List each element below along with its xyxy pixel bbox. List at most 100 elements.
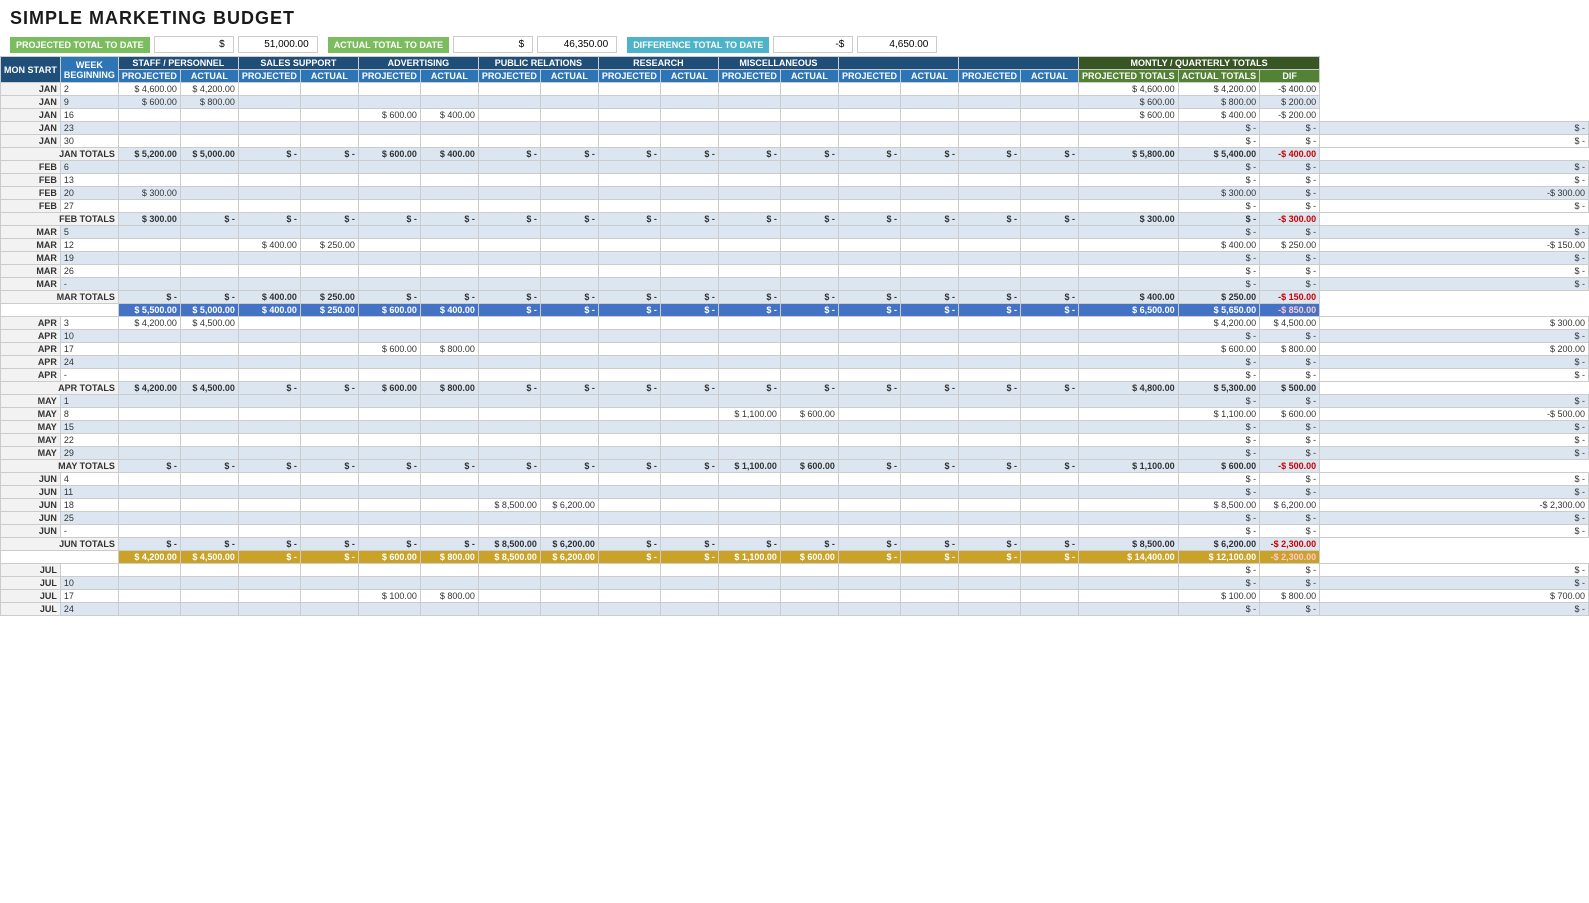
cell-18-8 xyxy=(478,317,540,330)
cell-2-2 xyxy=(118,109,180,122)
cell-13-3 xyxy=(180,252,238,265)
col-act-totals: ACTUAL TOTALS xyxy=(1178,70,1260,83)
cell-31-9 xyxy=(540,486,598,499)
cell-40-17 xyxy=(1020,603,1078,616)
cell-40-19: $ - xyxy=(1178,603,1260,616)
table-row: JUN18$ 8,500.00$ 6,200.00$ 8,500.00$ 6,2… xyxy=(1,499,1589,512)
cell-1-20: $ 200.00 xyxy=(1260,96,1320,109)
cell-35-0: JUN TOTALS xyxy=(1,538,119,551)
cell-2-6: $ 600.00 xyxy=(358,109,420,122)
cell-3-5 xyxy=(300,122,358,135)
cell-3-15 xyxy=(900,122,958,135)
cell-21-5 xyxy=(300,356,358,369)
table-row: MAY29$ -$ -$ - xyxy=(1,447,1589,460)
cell-16-11: $ - xyxy=(660,291,718,304)
cell-15-9 xyxy=(540,278,598,291)
cell-22-3 xyxy=(180,369,238,382)
cell-17-9: $ - xyxy=(540,304,598,317)
cell-20-14 xyxy=(838,343,900,356)
cell-2-16 xyxy=(958,109,1020,122)
cell-17-14: $ - xyxy=(838,304,900,317)
cell-4-10 xyxy=(598,135,660,148)
cell-8-2: $ 300.00 xyxy=(118,187,180,200)
cell-7-21: $ - xyxy=(1320,174,1589,187)
cell-25-13: $ 600.00 xyxy=(780,408,838,421)
cell-29-13: $ 600.00 xyxy=(780,460,838,473)
col-sales-proj: PROJECTED xyxy=(238,70,300,83)
cell-12-7 xyxy=(420,239,478,252)
cell-1-8 xyxy=(478,96,540,109)
cell-4-9 xyxy=(540,135,598,148)
cell-29-6: $ - xyxy=(358,460,420,473)
cell-11-21: $ - xyxy=(1320,226,1589,239)
cell-8-7 xyxy=(420,187,478,200)
cell-8-16 xyxy=(958,187,1020,200)
cell-27-17 xyxy=(1020,434,1078,447)
table-row: Q2 TOTALS$ 4,200.00$ 4,500.00$ -$ -$ 600… xyxy=(1,551,1589,564)
cell-21-12 xyxy=(718,356,780,369)
cell-37-6 xyxy=(358,564,420,577)
table-row: JUL17$ 100.00$ 800.00$ 100.00$ 800.00$ 7… xyxy=(1,590,1589,603)
cell-23-12: $ - xyxy=(718,382,780,395)
cell-7-9 xyxy=(540,174,598,187)
cell-12-6 xyxy=(358,239,420,252)
projected-value: 51,000.00 xyxy=(238,36,318,53)
col-e1-proj: PROJECTED xyxy=(838,70,900,83)
col-res-act: ACTUAL xyxy=(660,70,718,83)
cell-5-3: $ 5,000.00 xyxy=(180,148,238,161)
cell-29-7: $ - xyxy=(420,460,478,473)
cell-40-9 xyxy=(540,603,598,616)
cell-3-9 xyxy=(540,122,598,135)
cell-16-10: $ - xyxy=(598,291,660,304)
col-e2-act: ACTUAL xyxy=(1020,70,1078,83)
cell-11-4 xyxy=(238,226,300,239)
cell-20-8 xyxy=(478,343,540,356)
cell-3-20: $ - xyxy=(1260,122,1320,135)
table-row: FEB20$ 300.00$ 300.00$ --$ 300.00 xyxy=(1,187,1589,200)
cell-3-13 xyxy=(780,122,838,135)
cell-15-10 xyxy=(598,278,660,291)
cell-9-16 xyxy=(958,200,1020,213)
cell-15-17 xyxy=(1020,278,1078,291)
cell-36-0: Q2 TOTALS xyxy=(1,551,119,564)
cell-26-13 xyxy=(780,421,838,434)
cell-13-18 xyxy=(1078,252,1178,265)
cell-17-7: $ 400.00 xyxy=(420,304,478,317)
cell-12-9 xyxy=(540,239,598,252)
cell-0-7 xyxy=(420,83,478,96)
cell-18-1: 3 xyxy=(60,317,118,330)
cell-18-15 xyxy=(900,317,958,330)
cell-17-6: $ 600.00 xyxy=(358,304,420,317)
cell-19-16 xyxy=(958,330,1020,343)
cell-31-20: $ - xyxy=(1260,486,1320,499)
cell-11-10 xyxy=(598,226,660,239)
cell-23-15: $ - xyxy=(900,382,958,395)
col-e1-act: ACTUAL xyxy=(900,70,958,83)
cell-28-18 xyxy=(1078,447,1178,460)
diff-value: 4,650.00 xyxy=(857,36,937,53)
table-row: MAY1$ -$ -$ - xyxy=(1,395,1589,408)
cell-36-6: $ 600.00 xyxy=(358,551,420,564)
col-sales: SALES SUPPORT xyxy=(238,57,358,70)
cell-23-13: $ - xyxy=(780,382,838,395)
cell-2-0: JAN xyxy=(1,109,61,122)
cell-10-9: $ - xyxy=(540,213,598,226)
cell-38-21: $ - xyxy=(1320,577,1589,590)
cell-14-8 xyxy=(478,265,540,278)
cell-0-5 xyxy=(300,83,358,96)
table-row: JUL24$ -$ -$ - xyxy=(1,603,1589,616)
cell-39-12 xyxy=(718,590,780,603)
cell-40-7 xyxy=(420,603,478,616)
cell-22-15 xyxy=(900,369,958,382)
cell-27-20: $ - xyxy=(1260,434,1320,447)
cell-38-8 xyxy=(478,577,540,590)
cell-5-18: $ 5,800.00 xyxy=(1078,148,1178,161)
cell-39-2 xyxy=(118,590,180,603)
table-row: Q1 TOTALS$ 5,500.00$ 5,000.00$ 400.00$ 2… xyxy=(1,304,1589,317)
cell-32-9: $ 6,200.00 xyxy=(540,499,598,512)
cell-18-16 xyxy=(958,317,1020,330)
cell-1-1: 9 xyxy=(60,96,118,109)
cell-26-11 xyxy=(660,421,718,434)
cell-40-5 xyxy=(300,603,358,616)
cell-28-11 xyxy=(660,447,718,460)
